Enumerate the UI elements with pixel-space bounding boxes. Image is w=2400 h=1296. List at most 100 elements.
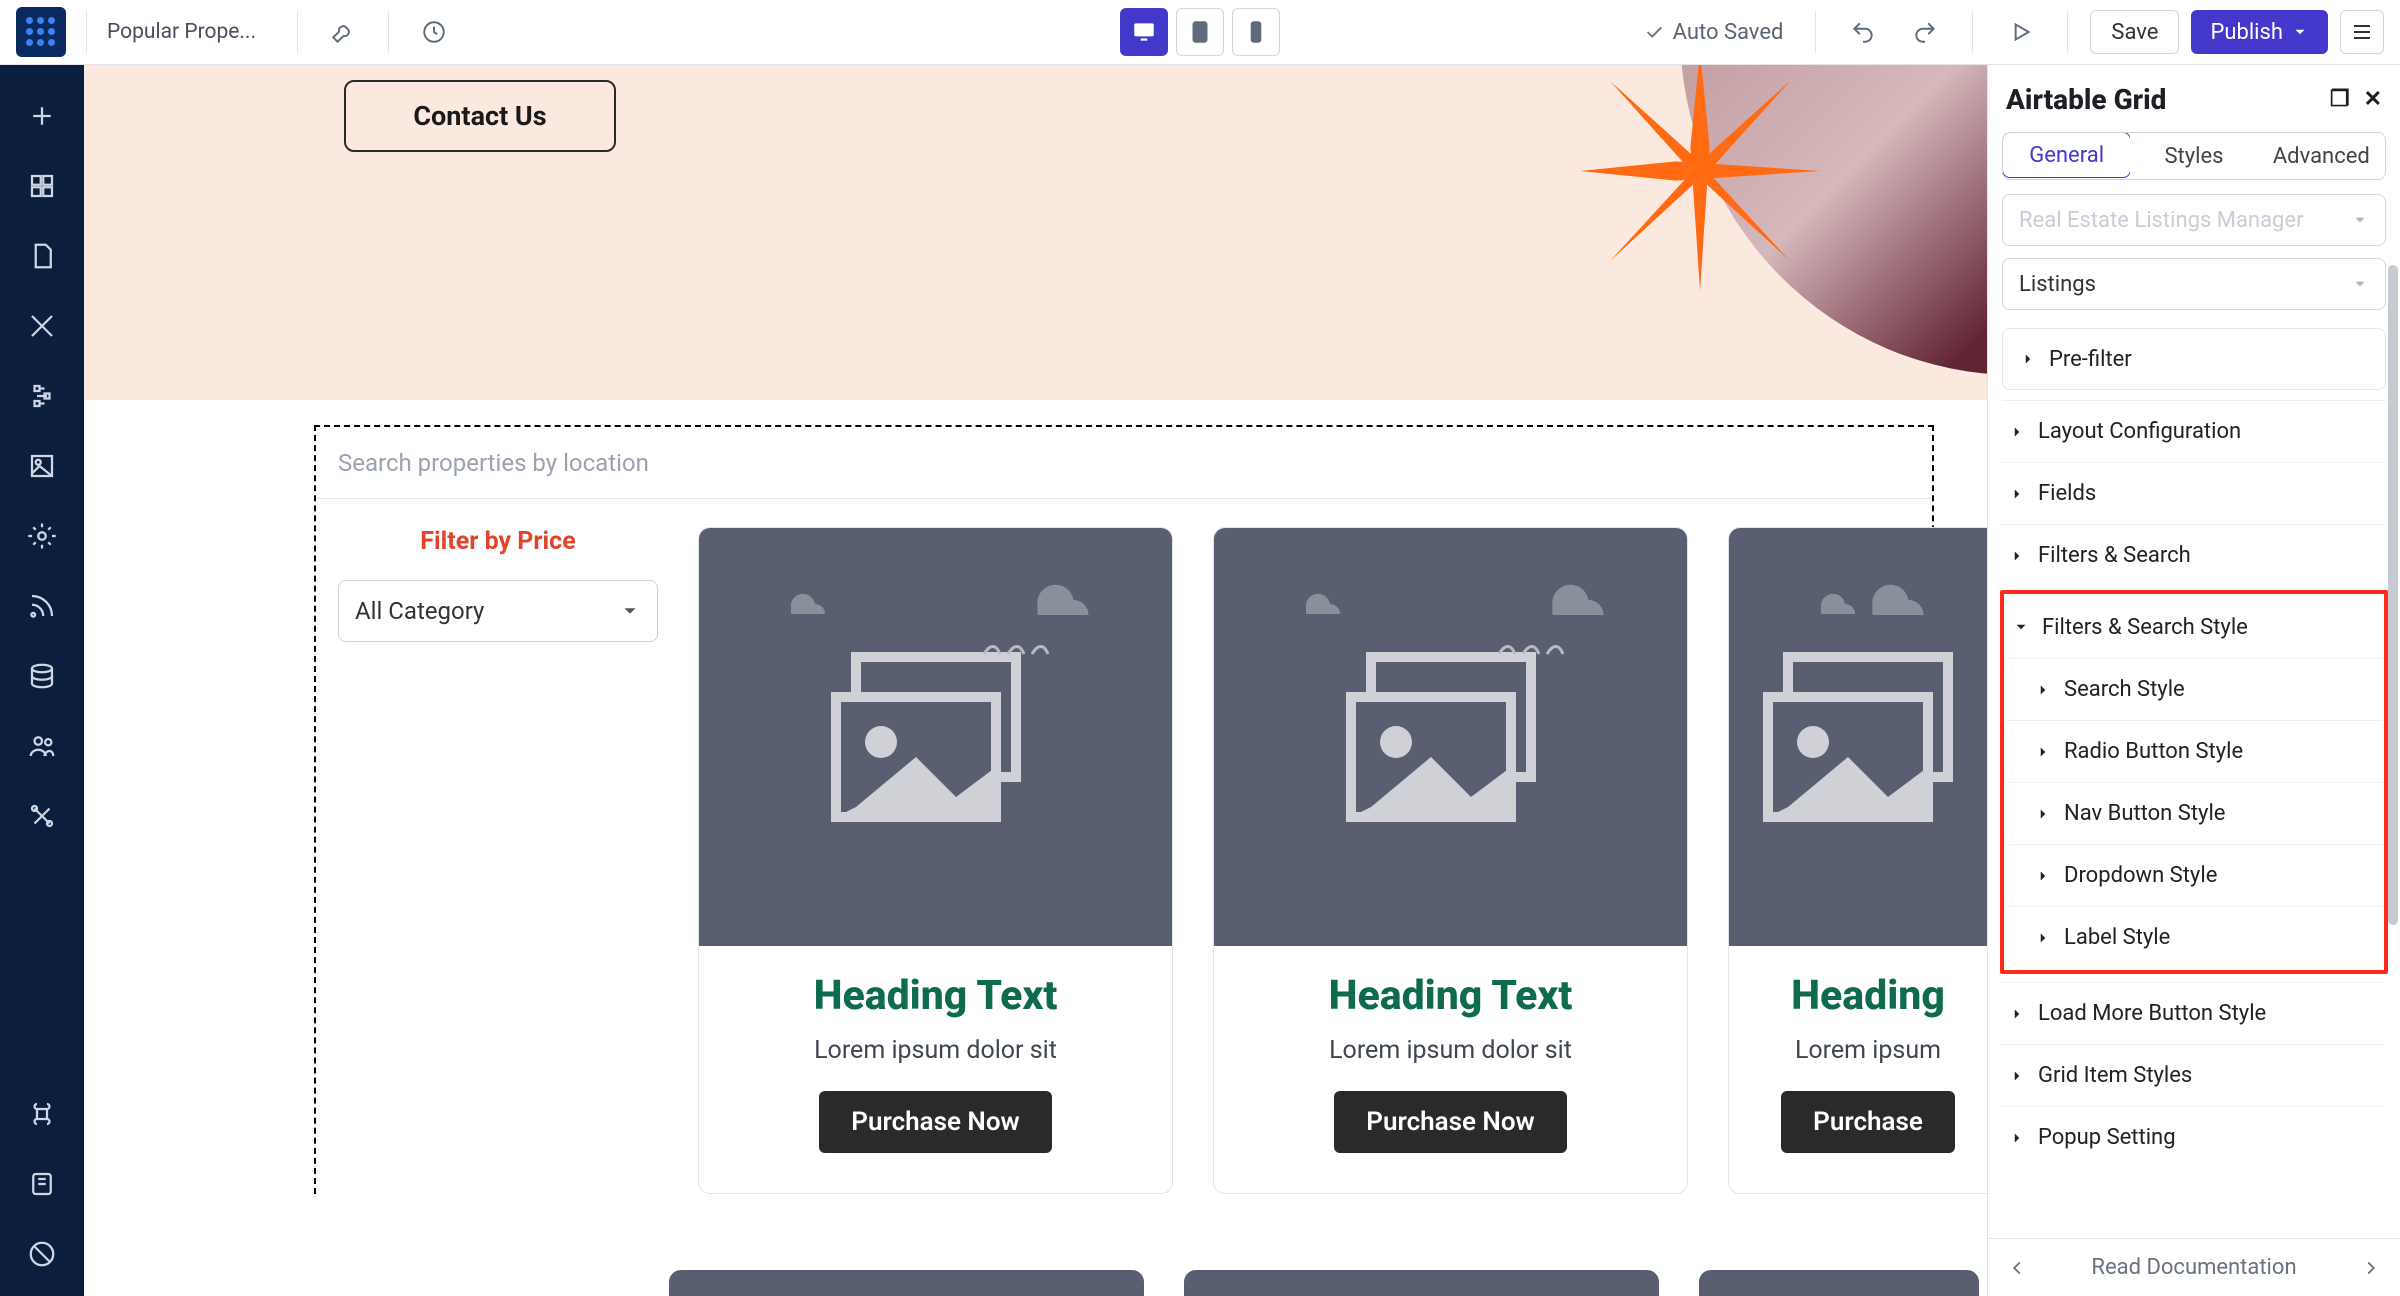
tab-advanced[interactable]: Advanced: [2258, 133, 2385, 179]
check-icon: [1643, 21, 1665, 43]
grid-card[interactable]: Heading Lorem ipsum Purchase: [1728, 527, 2008, 1194]
desktop-device-button[interactable]: [1120, 8, 1168, 56]
airtable-grid-widget[interactable]: Filter by Price All Category: [314, 425, 1934, 1194]
users-icon: [27, 731, 57, 761]
command-icon: [27, 1099, 57, 1129]
blog-panel[interactable]: [14, 578, 70, 634]
section-label: Label Style: [2064, 925, 2170, 950]
purchase-button[interactable]: Purchase Now: [819, 1091, 1051, 1153]
table-select-label: Listings: [2019, 272, 2096, 297]
chevron-down-icon: [2351, 211, 2369, 229]
search-input[interactable]: [338, 449, 1910, 477]
cloud-icon: [775, 580, 837, 616]
cards-row: Heading Text Lorem ipsum dolor sit Purch…: [698, 527, 2008, 1194]
rss-icon: [27, 591, 57, 621]
tab-general[interactable]: General: [2002, 132, 2131, 178]
chevron-down-icon: [2291, 23, 2309, 41]
section-prefilter[interactable]: Pre-filter: [2002, 328, 2386, 390]
chevron-right-icon: [2360, 1257, 2382, 1279]
section-nav-style[interactable]: Nav Button Style: [2006, 782, 2382, 844]
preview-button[interactable]: [1995, 7, 2045, 57]
docs-panel[interactable]: [14, 1156, 70, 1212]
shortcuts-panel[interactable]: [14, 1086, 70, 1142]
search-row: [316, 427, 1932, 499]
copy-icon[interactable]: ❐: [2330, 87, 2350, 112]
logo-dots-icon: [26, 17, 56, 47]
section-filters-search[interactable]: Filters & Search: [2002, 524, 2386, 586]
inspector-scrollbar[interactable]: [2388, 265, 2398, 925]
section-fields[interactable]: Fields: [2002, 462, 2386, 524]
inspector-footer[interactable]: Read Documentation: [1988, 1238, 2400, 1296]
help-panel[interactable]: [14, 1226, 70, 1282]
pages-panel[interactable]: [14, 228, 70, 284]
divider: [297, 11, 298, 53]
grid-card[interactable]: Heading Text Lorem ipsum dolor sit Purch…: [1213, 527, 1688, 1194]
mobile-icon: [1243, 19, 1269, 45]
inspector-header: Airtable Grid ❐ ✕: [1988, 65, 2400, 126]
tablet-device-button[interactable]: [1176, 8, 1224, 56]
save-button[interactable]: Save: [2090, 10, 2179, 54]
section-griditem[interactable]: Grid Item Styles: [2002, 1044, 2386, 1106]
publish-button[interactable]: Publish: [2191, 10, 2328, 54]
app-logo[interactable]: [16, 7, 66, 57]
card-body: Heading Text Lorem ipsum dolor sit Purch…: [699, 946, 1172, 1193]
history-button[interactable]: [409, 7, 459, 57]
section-label: Layout Configuration: [2038, 419, 2241, 444]
data-panel[interactable]: [14, 648, 70, 704]
autosave-label: Auto Saved: [1673, 20, 1784, 45]
pencil-cross-icon: [27, 311, 57, 341]
card-text: Lorem ipsum dolor sit: [1234, 1036, 1667, 1065]
section-label: Filters & Search Style: [2042, 615, 2248, 640]
contact-us-button[interactable]: Contact Us: [344, 80, 616, 152]
grid-card-peek[interactable]: [669, 1270, 1144, 1296]
close-icon[interactable]: ✕: [2364, 87, 2382, 112]
section-search-style[interactable]: Search Style: [2006, 658, 2382, 720]
navigator-panel[interactable]: [14, 368, 70, 424]
starburst-decoration: [1580, 65, 1820, 291]
mobile-device-button[interactable]: [1232, 8, 1280, 56]
purchase-button[interactable]: Purchase Now: [1334, 1091, 1566, 1153]
category-select[interactable]: All Category: [338, 580, 658, 642]
divider: [1972, 11, 1973, 53]
page-icon: [27, 241, 57, 271]
section-popup[interactable]: Popup Setting: [2002, 1106, 2386, 1168]
tab-styles[interactable]: Styles: [2130, 133, 2257, 179]
category-select-label: All Category: [355, 597, 484, 625]
card-body: Heading Text Lorem ipsum dolor sit Purch…: [1214, 946, 1687, 1193]
desktop-icon: [1131, 19, 1157, 45]
purchase-button[interactable]: Purchase: [1781, 1091, 1955, 1153]
grid-card[interactable]: Heading Text Lorem ipsum dolor sit Purch…: [698, 527, 1173, 1194]
section-dropdown-style[interactable]: Dropdown Style: [2006, 844, 2382, 906]
theme-panel[interactable]: [14, 508, 70, 564]
chevron-right-icon: [2008, 1005, 2026, 1023]
section-filters-search-style[interactable]: Filters & Search Style: [2006, 596, 2382, 658]
section-label: Grid Item Styles: [2038, 1063, 2192, 1088]
section-radio-style[interactable]: Radio Button Style: [2006, 720, 2382, 782]
users-panel[interactable]: [14, 718, 70, 774]
image-icon: [27, 451, 57, 481]
tools-panel[interactable]: [14, 788, 70, 844]
base-select[interactable]: Real Estate Listings Manager: [2002, 194, 2386, 246]
card-image-placeholder: [1729, 528, 2007, 946]
section-label: Nav Button Style: [2064, 801, 2225, 826]
tree-icon: [27, 381, 57, 411]
widgets-panel[interactable]: [14, 158, 70, 214]
settings-button[interactable]: [318, 7, 368, 57]
section-label-style[interactable]: Label Style: [2006, 906, 2382, 968]
page-title[interactable]: Popular Prope...: [107, 20, 277, 44]
undo-button[interactable]: [1838, 7, 1888, 57]
tools-icon: [27, 801, 57, 831]
device-switcher: [1120, 8, 1280, 56]
grid-card-peek[interactable]: [1184, 1270, 1659, 1296]
table-select[interactable]: Listings: [2002, 258, 2386, 310]
chevron-right-icon: [2008, 1067, 2026, 1085]
grid-card-peek[interactable]: [1699, 1270, 1979, 1296]
section-layout[interactable]: Layout Configuration: [2002, 400, 2386, 462]
media-panel[interactable]: [14, 438, 70, 494]
add-panel[interactable]: [14, 88, 70, 144]
no-icon: [27, 1239, 57, 1269]
menu-button[interactable]: [2340, 10, 2384, 54]
section-loadmore[interactable]: Load More Button Style: [2002, 982, 2386, 1044]
design-panel[interactable]: [14, 298, 70, 354]
redo-button[interactable]: [1900, 7, 1950, 57]
